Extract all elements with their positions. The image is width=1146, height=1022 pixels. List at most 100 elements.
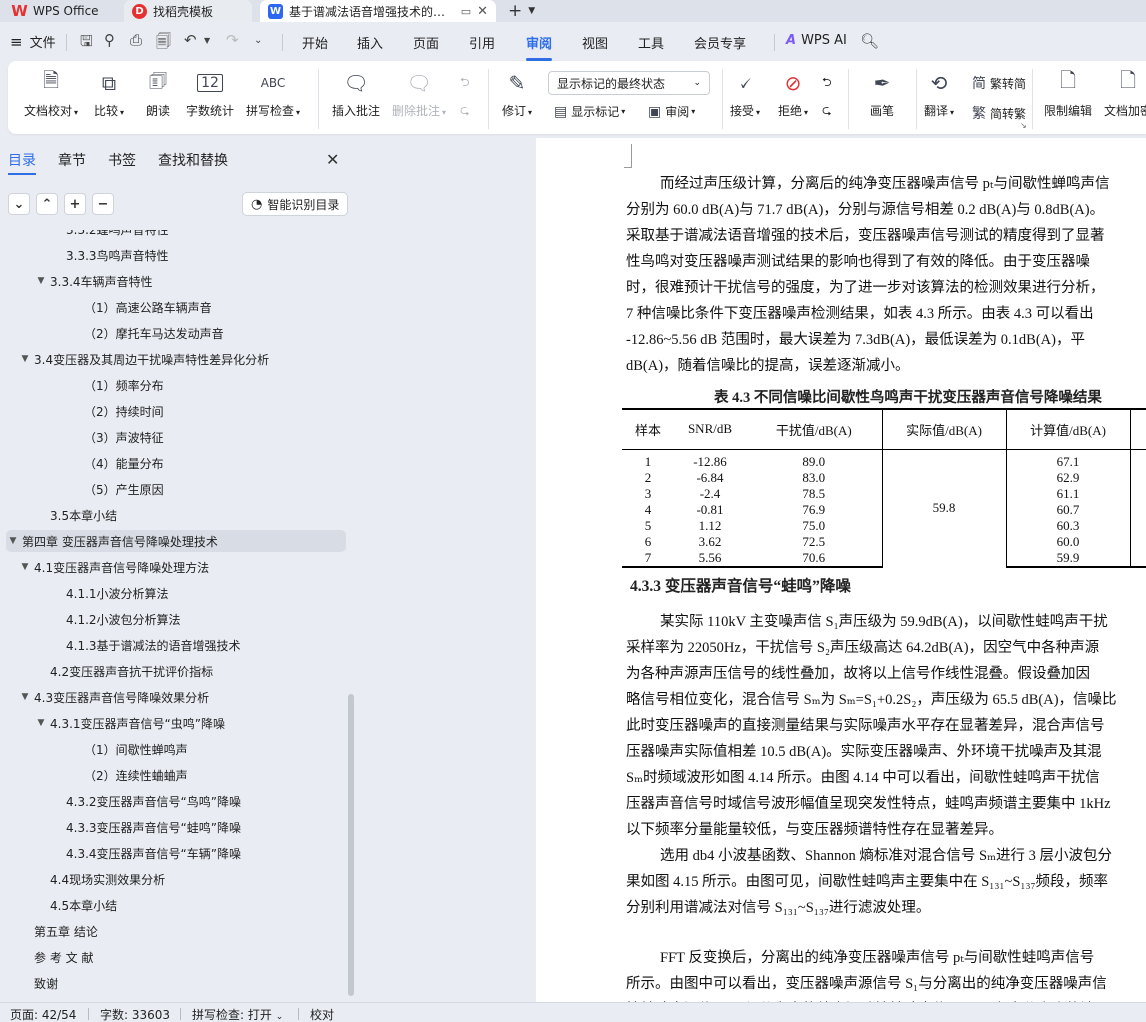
toc-item[interactable]: 3.5本章小结 xyxy=(0,504,117,526)
next-change-icon[interactable]: ⮎ xyxy=(822,101,832,122)
tab-wps-office[interactable]: W WPS Office xyxy=(4,0,116,22)
word-count-status[interactable]: 字数: 33603 xyxy=(100,1006,170,1022)
menu-member[interactable]: 会员专享 xyxy=(694,33,746,52)
remove-heading-icon[interactable]: − xyxy=(92,193,114,215)
chevron-down-icon[interactable]: ▼ xyxy=(204,36,210,45)
toc-item[interactable]: （3）声波特征 xyxy=(0,426,164,448)
trad-to-simp-button[interactable]: 简 繁转简 xyxy=(972,73,1026,93)
spell-check-status[interactable]: 拼写检查: 打开 ⌄ xyxy=(192,1006,283,1022)
toc-item[interactable]: ▼ 3.4变压器及其周边干扰噪声特性差异化分析 xyxy=(0,348,270,370)
toc-item[interactable]: 第五章 结论 xyxy=(0,920,98,942)
word-count-button[interactable]: 12 字数统计 xyxy=(186,69,234,119)
toc-item[interactable]: （1）频率分布 xyxy=(0,374,164,396)
print-preview-icon[interactable]: 🗐 xyxy=(156,31,171,56)
redo-icon[interactable]: ↷ xyxy=(226,31,239,49)
toc-item[interactable]: 4.3.3变压器声音信号“蛙鸣”降噪 xyxy=(0,816,241,838)
toc-item[interactable]: ▼ 4.3变压器声音信号降噪效果分析 xyxy=(0,686,210,708)
show-markup-button[interactable]: ▤ 显示标记 ▾ xyxy=(554,103,625,120)
new-tab-button[interactable]: + ▼ xyxy=(508,0,535,22)
compare-button[interactable]: ⧉ 比较 ▾ xyxy=(94,69,124,119)
expand-arrow-icon[interactable]: ▼ xyxy=(18,354,32,364)
menu-insert[interactable]: 插入 xyxy=(357,33,383,52)
reject-button[interactable]: ⊘ 拒绝 ▾ xyxy=(778,69,808,119)
ai-toc-button[interactable]: ◔ 智能识别目录 xyxy=(242,192,349,216)
revise-button[interactable]: ✎ 修订 ▾ xyxy=(502,69,532,119)
expand-group-icon[interactable]: ↘ xyxy=(1020,121,1027,130)
review-pane-button[interactable]: ▣ 审阅 ▾ xyxy=(648,103,695,120)
tab-chapter[interactable]: 章节 xyxy=(58,150,86,170)
read-aloud-button[interactable]: 🗊 朗读 xyxy=(146,68,170,119)
toc-item[interactable]: 4.1.3基于谱减法的语音增强技术 xyxy=(0,634,241,656)
tab-bookmark[interactable]: 书签 xyxy=(108,150,136,170)
tab-toc[interactable]: 目录 xyxy=(8,150,36,175)
pen-button[interactable]: ✒ 画笔 xyxy=(870,69,894,119)
expand-arrow-icon[interactable]: ▼ xyxy=(18,692,32,702)
translate-button[interactable]: ⟲ 翻译 ▾ xyxy=(924,69,954,119)
prev-change-icon[interactable]: ⮌ xyxy=(822,73,832,94)
toc-item[interactable]: 3.3.3鸟鸣声音特性 xyxy=(0,244,169,266)
undo-icon[interactable]: ↶ xyxy=(184,31,197,49)
doc-check-button[interactable]: 🗎 文档校对 ▾ xyxy=(24,68,78,119)
search-icon[interactable]: 🔍︎ xyxy=(860,32,879,50)
page-indicator[interactable]: 页面: 42/54 xyxy=(10,1006,76,1022)
pane-scrollbar[interactable] xyxy=(348,694,354,996)
toc-item[interactable]: 参 考 文 献 xyxy=(0,946,93,968)
doc-encrypt-button[interactable]: 🗋 文档加密 xyxy=(1104,68,1146,119)
accept-button[interactable]: 🗸 接受 ▾ xyxy=(730,69,760,119)
menu-review[interactable]: 审阅 xyxy=(526,33,553,61)
toc-item[interactable]: 4.2变压器声音抗干扰评价指标 xyxy=(0,660,213,682)
toc-item[interactable]: ▼ 4.1变压器声音信号降噪处理方法 xyxy=(0,556,210,578)
toc-item[interactable]: ▼ 第四章 变压器声音信号降噪处理技术 xyxy=(6,530,346,552)
toc-item[interactable]: 4.3.2变压器声音信号“鸟鸣”降噪 xyxy=(0,790,241,812)
menu-page[interactable]: 页面 xyxy=(413,33,439,52)
menu-home[interactable]: 开始 xyxy=(302,33,328,52)
insert-comment-button[interactable]: 🗨 插入批注 xyxy=(332,69,380,119)
menu-references[interactable]: 引用 xyxy=(469,33,495,52)
markup-mode-select[interactable]: 显示标记的最终状态 ⌄ xyxy=(548,71,710,95)
expand-arrow-icon[interactable]: ▼ xyxy=(34,276,48,286)
toc-item[interactable]: （2）摩托车马达发动声音 xyxy=(0,322,224,344)
delete-comment-button[interactable]: 🗨 删除批注 ▾ xyxy=(392,69,446,119)
format-painter-icon[interactable]: ⚲ xyxy=(104,31,115,49)
print-icon[interactable]: ⎙ xyxy=(130,31,142,49)
toc-item[interactable]: （1）间歇性蝉鸣声 xyxy=(0,738,188,760)
tab-document[interactable]: W 基于谱减法语音增强技术的变压器 ▭ ✕ xyxy=(260,0,496,22)
tab-find-replace[interactable]: 查找和替换 xyxy=(158,150,228,170)
wps-ai-button[interactable]: A WPS AI xyxy=(786,33,847,48)
collapse-icon[interactable]: ⌄ xyxy=(8,193,30,215)
toc-item[interactable]: 4.5本章小结 xyxy=(0,894,117,916)
next-comment-icon[interactable]: ⮎ xyxy=(460,101,470,122)
save-icon[interactable]: 🖫 xyxy=(80,31,93,56)
toc-item[interactable]: 4.1.1小波分析算法 xyxy=(0,582,169,604)
restrict-edit-button[interactable]: 🗋 限制编辑 xyxy=(1044,68,1092,119)
proof-status[interactable]: 校对 xyxy=(310,1006,334,1022)
toc-item[interactable]: （2）持续时间 xyxy=(0,400,164,422)
simp-to-trad-button[interactable]: 繁 简转繁 xyxy=(972,103,1026,123)
expand-icon[interactable]: ⌃ xyxy=(36,193,58,215)
toc-item[interactable]: （4）能量分布 xyxy=(0,452,164,474)
toc-item[interactable]: 4.1.2小波包分析算法 xyxy=(0,608,181,630)
toc-item[interactable]: 致谢 xyxy=(0,972,58,994)
tab-template[interactable]: D 找稻壳模板 xyxy=(124,0,252,22)
file-menu[interactable]: ≡ 文件 xyxy=(10,32,56,52)
toc-item[interactable]: ▼ 4.3.1变压器声音信号“虫鸣”降噪 xyxy=(0,712,225,734)
toc-item[interactable]: （2）连续性蛐蛐声 xyxy=(0,764,188,786)
window-icon[interactable]: ▭ xyxy=(461,5,471,18)
menu-view[interactable]: 视图 xyxy=(582,33,608,52)
toc-item[interactable]: 3.3.2蝗鸣声音特性 xyxy=(0,230,169,240)
close-tab-icon[interactable]: ✕ xyxy=(477,4,488,19)
expand-arrow-icon[interactable]: ▼ xyxy=(6,536,20,546)
toc-item[interactable]: ▼ 3.3.4车辆声音特性 xyxy=(0,270,153,292)
more-icon[interactable]: ⌄ xyxy=(254,35,262,46)
toc-item[interactable]: 4.3.4变压器声音信号“车辆”降噪 xyxy=(0,842,241,864)
close-pane-icon[interactable]: ✕ xyxy=(326,150,339,169)
spell-check-button[interactable]: ABC 拼写检查 ▾ xyxy=(246,69,300,119)
toc-item[interactable]: （5）产生原因 xyxy=(0,478,164,500)
toc-item[interactable]: 4.4现场实测效果分析 xyxy=(0,868,165,890)
toc-item[interactable]: （1）高速公路车辆声音 xyxy=(0,296,212,318)
add-heading-icon[interactable]: + xyxy=(64,193,86,215)
prev-comment-icon[interactable]: ⮌ xyxy=(460,73,470,94)
expand-arrow-icon[interactable]: ▼ xyxy=(18,562,32,572)
menu-tools[interactable]: 工具 xyxy=(638,33,664,52)
expand-arrow-icon[interactable]: ▼ xyxy=(34,718,48,728)
